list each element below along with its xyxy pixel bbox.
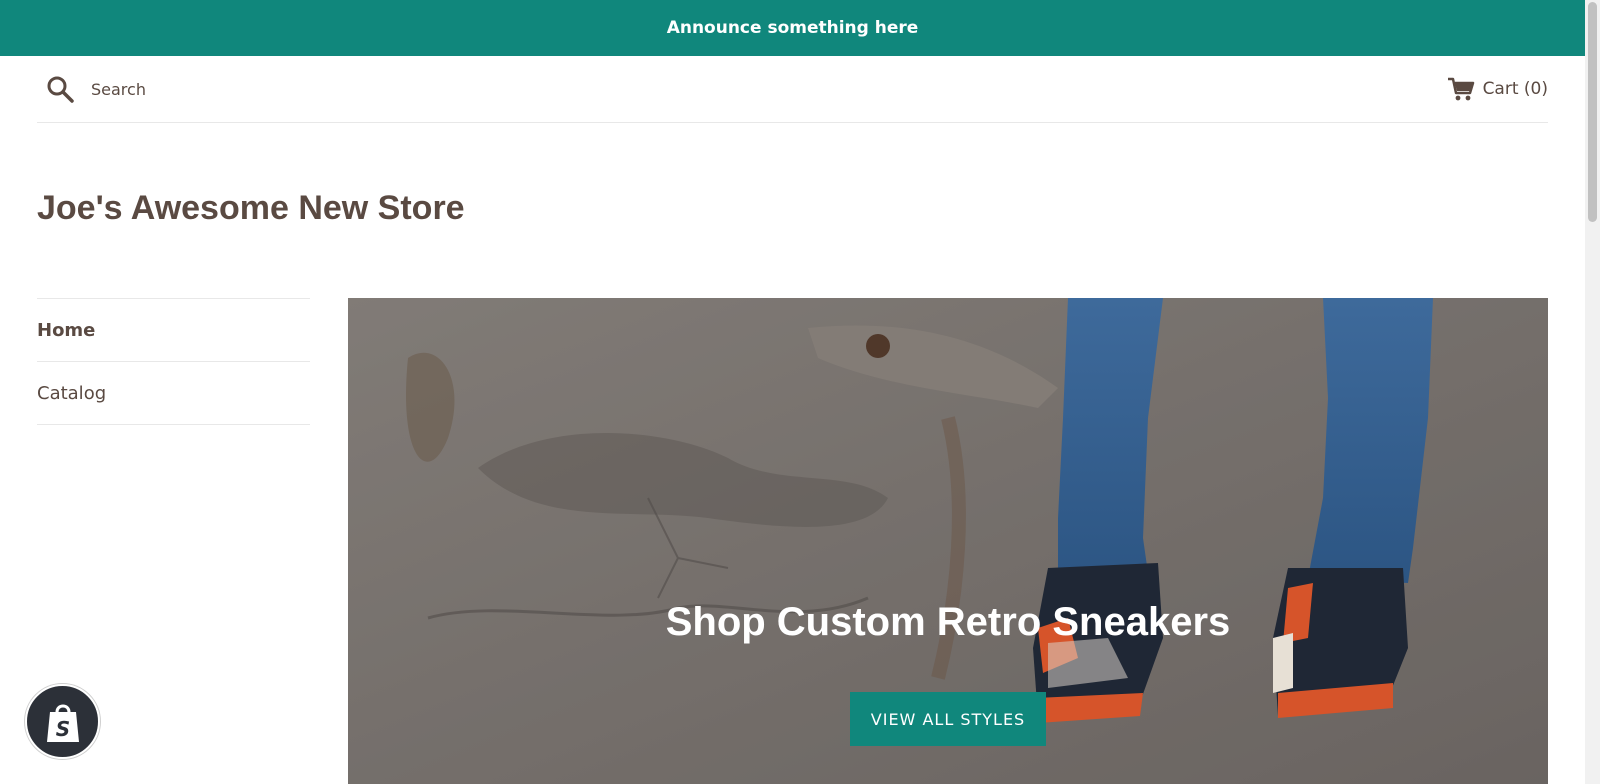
shopify-badge[interactable]: S: [25, 684, 100, 759]
sidebar-item-label[interactable]: Catalog: [37, 383, 106, 404]
hero-button-label[interactable]: VIEW ALL STYLES: [871, 710, 1025, 729]
site-header: Search Cart (0): [37, 56, 1548, 123]
sidebar-nav: Home Catalog: [37, 298, 310, 425]
view-all-styles-button[interactable]: VIEW ALL STYLES: [850, 692, 1046, 746]
shopify-bag-icon[interactable]: S: [44, 700, 82, 744]
sidebar-item-catalog[interactable]: Catalog: [37, 362, 310, 425]
store-title[interactable]: Joe's Awesome New Store: [37, 189, 465, 228]
hero-title: Shop Custom Retro Sneakers: [665, 600, 1231, 644]
cart-label[interactable]: Cart (0): [1483, 79, 1548, 99]
search-placeholder[interactable]: Search: [91, 80, 146, 99]
announcement-text: Announce something here: [666, 18, 919, 38]
search-field[interactable]: Search: [37, 74, 146, 104]
hero-banner: Shop Custom Retro Sneakers VIEW ALL STYL…: [348, 298, 1548, 784]
sidebar-item-label[interactable]: Home: [37, 320, 95, 341]
announcement-bar: Announce something here: [0, 0, 1585, 56]
search-icon[interactable]: [45, 74, 75, 104]
scrollbar-thumb[interactable]: [1588, 2, 1597, 222]
cart-link[interactable]: Cart (0): [1447, 76, 1548, 102]
sidebar-item-home[interactable]: Home: [37, 299, 310, 362]
svg-text:S: S: [55, 717, 69, 741]
page-scrollbar[interactable]: [1585, 0, 1600, 784]
cart-icon[interactable]: [1447, 76, 1475, 102]
